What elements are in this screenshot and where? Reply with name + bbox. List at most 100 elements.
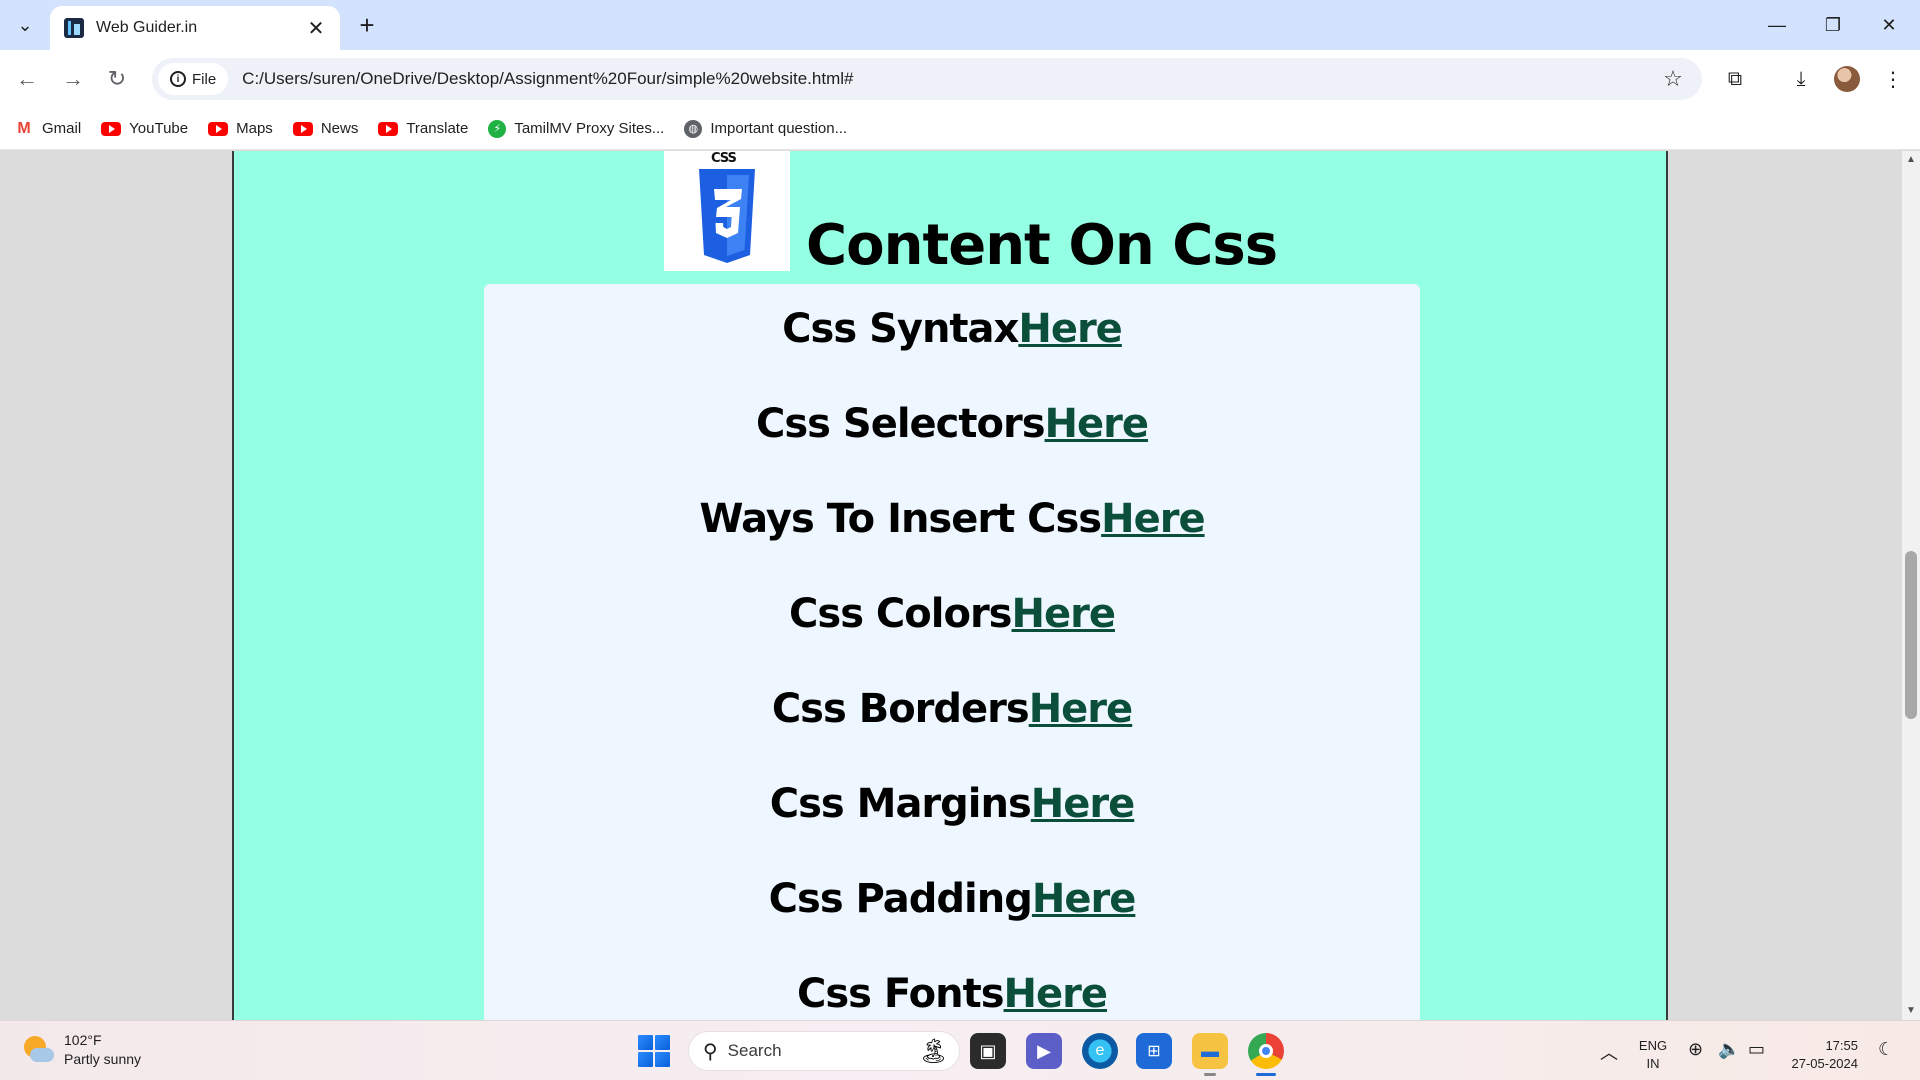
youtube-icon [208,121,229,136]
file-chip-label: File [192,70,217,88]
page-title: Content On Css [806,213,1278,278]
bookmark-label: TamilMV Proxy Sites... [514,120,665,137]
windows-taskbar: 102°F Partly sunny ⚲ Search 🏝 ▣ ▶ e ⊞ ▬ … [0,1020,1920,1080]
language-indicator[interactable]: ENG IN [1636,1037,1670,1073]
url-text[interactable]: C:/Users/suren/OneDrive/Desktop/Assignme… [242,69,1656,89]
topic-link-css-fonts[interactable]: Here [1004,971,1108,1017]
back-icon[interactable]: ← [10,62,44,96]
css-logo-text: CSS [711,151,737,166]
bookmarks-bar: M Gmail YouTube Maps News Translate ⚡ Ta… [0,108,1920,150]
clock-date: 27-05-2024 [1791,1056,1859,1071]
topic-item-css-syntax: Css SyntaxHere [484,306,1420,352]
volume-icon[interactable]: 🔈 [1718,1039,1740,1060]
scroll-down-arrow-icon[interactable]: ▼ [1902,1002,1920,1020]
teams-meet-icon[interactable]: ▶ [1026,1033,1062,1069]
reload-icon[interactable]: ↻ [100,62,134,96]
search-icon: ⚲ [703,1040,718,1063]
chrome-browser-icon[interactable] [1248,1033,1284,1069]
profile-avatar[interactable] [1834,66,1860,92]
bookmark-translate[interactable]: Translate [378,120,468,137]
topic-link-css-colors[interactable]: Here [1012,591,1116,637]
close-tab-icon[interactable]: ✕ [304,16,328,41]
topic-link-css-margins[interactable]: Here [1031,781,1135,827]
tab-strip: ⌄ Web Guider.in ✕ + — ❐ ✕ [0,0,1920,50]
taskbar-search[interactable]: ⚲ Search 🏝 [688,1031,960,1071]
close-window-icon[interactable]: ✕ [1864,8,1914,42]
topic-item-css-selectors: Css SelectorsHere [484,401,1420,447]
show-hidden-icons-chevron-icon[interactable]: ︿ [1600,1039,1618,1065]
extensions-icon[interactable]: ⧉ [1718,62,1752,96]
weather-widget[interactable]: 102°F Partly sunny [22,1031,141,1069]
download-icon[interactable]: ⤓ [1784,62,1818,96]
search-highlight-beach-icon: 🏝 [918,1037,949,1065]
topic-link-css-borders[interactable]: Here [1029,686,1133,732]
topic-item-css-fonts: Css FontsHere [484,971,1420,1017]
topics-card: Css SyntaxHere Css SelectorsHere Ways To… [484,284,1420,1020]
address-bar[interactable]: i File C:/Users/suren/OneDrive/Desktop/A… [152,58,1702,100]
bookmark-tamilmv[interactable]: ⚡ TamilMV Proxy Sites... [488,119,665,138]
site-info-chip[interactable]: i File [158,63,229,95]
gmail-icon: M [17,119,31,137]
topic-link-css-selectors[interactable]: Here [1045,401,1149,447]
topic-label: Ways To Insert Css [699,496,1102,542]
chrome-active-indicator [1256,1073,1276,1076]
content-panel: CSS Content On Css Css SyntaxHere Css Se… [232,151,1668,1020]
tab-title: Web Guider.in [96,19,198,36]
bookmark-label: Important question... [710,120,848,137]
clock-time: 17:55 [1825,1038,1858,1053]
language-code: ENG [1638,1038,1668,1053]
css3-shield-icon [699,169,755,263]
network-globe-icon[interactable]: ⊕ [1688,1039,1703,1060]
site-favicon-icon [64,18,84,38]
file-explorer-icon[interactable]: ▬ [1192,1033,1228,1069]
forward-icon[interactable]: → [56,62,90,96]
weather-condition: Partly sunny [64,1051,142,1067]
notifications-moon-icon[interactable]: ☾ [1878,1039,1894,1060]
bookmark-label: YouTube [129,120,189,137]
page-scrollbar[interactable]: ▲ ▼ [1902,151,1920,1020]
restore-icon[interactable]: ❐ [1808,8,1858,42]
topic-label: Css Selectors [756,401,1046,447]
topic-item-css-colors: Css ColorsHere [484,591,1420,637]
bookmark-news[interactable]: News [292,120,359,137]
task-view-icon[interactable]: ▣ [970,1033,1006,1069]
youtube-icon [292,121,313,136]
page-viewport: CSS Content On Css Css SyntaxHere Css Se… [0,151,1902,1020]
windows-start-icon[interactable] [638,1035,670,1067]
bookmark-maps[interactable]: Maps [208,120,273,137]
microsoft-store-icon[interactable]: ⊞ [1136,1033,1172,1069]
scrollbar-thumb[interactable] [1905,551,1917,719]
topic-item-css-borders: Css BordersHere [484,686,1420,732]
topic-item-css-margins: Css MarginsHere [484,781,1420,827]
youtube-icon [101,121,122,136]
bookmark-star-icon[interactable]: ☆ [1656,66,1690,92]
youtube-icon [378,121,399,136]
bookmark-label: Maps [236,120,273,137]
bookmark-label: Gmail [42,120,82,137]
bookmark-important-question[interactable]: ◍ Important question... [684,119,848,138]
globe-icon: ◍ [684,119,703,138]
taskbar-search-placeholder: Search [727,1041,782,1060]
clock[interactable]: 17:55 27-05-2024 [1782,1037,1859,1073]
css3-logo: CSS [664,151,790,271]
menu-kebab-icon[interactable]: ⋮ [1876,62,1910,96]
bookmark-youtube[interactable]: YouTube [101,120,188,137]
scroll-up-arrow-icon[interactable]: ▲ [1902,151,1920,169]
battery-icon[interactable]: ▭ [1748,1039,1765,1060]
topic-item-ways-to-insert-css: Ways To Insert CssHere [484,496,1420,542]
bolt-icon: ⚡ [488,119,507,138]
new-tab-button[interactable]: + [352,10,382,40]
topic-link-css-padding[interactable]: Here [1032,876,1136,922]
minimize-icon[interactable]: — [1752,8,1802,42]
bookmark-label: News [320,120,359,137]
weather-temperature: 102°F [64,1032,102,1048]
tab-search-chevron-icon[interactable]: ⌄ [8,8,42,42]
edge-browser-icon[interactable]: e [1082,1033,1118,1069]
info-icon: i [170,71,186,87]
topic-link-ways-to-insert-css[interactable]: Here [1101,496,1205,542]
bookmark-gmail[interactable]: M Gmail [14,120,81,138]
tab-web-guider[interactable]: Web Guider.in ✕ [50,6,340,50]
topic-link-css-syntax[interactable]: Here [1018,306,1122,352]
topic-label: Css Colors [789,591,1012,637]
explorer-running-indicator [1204,1073,1216,1076]
